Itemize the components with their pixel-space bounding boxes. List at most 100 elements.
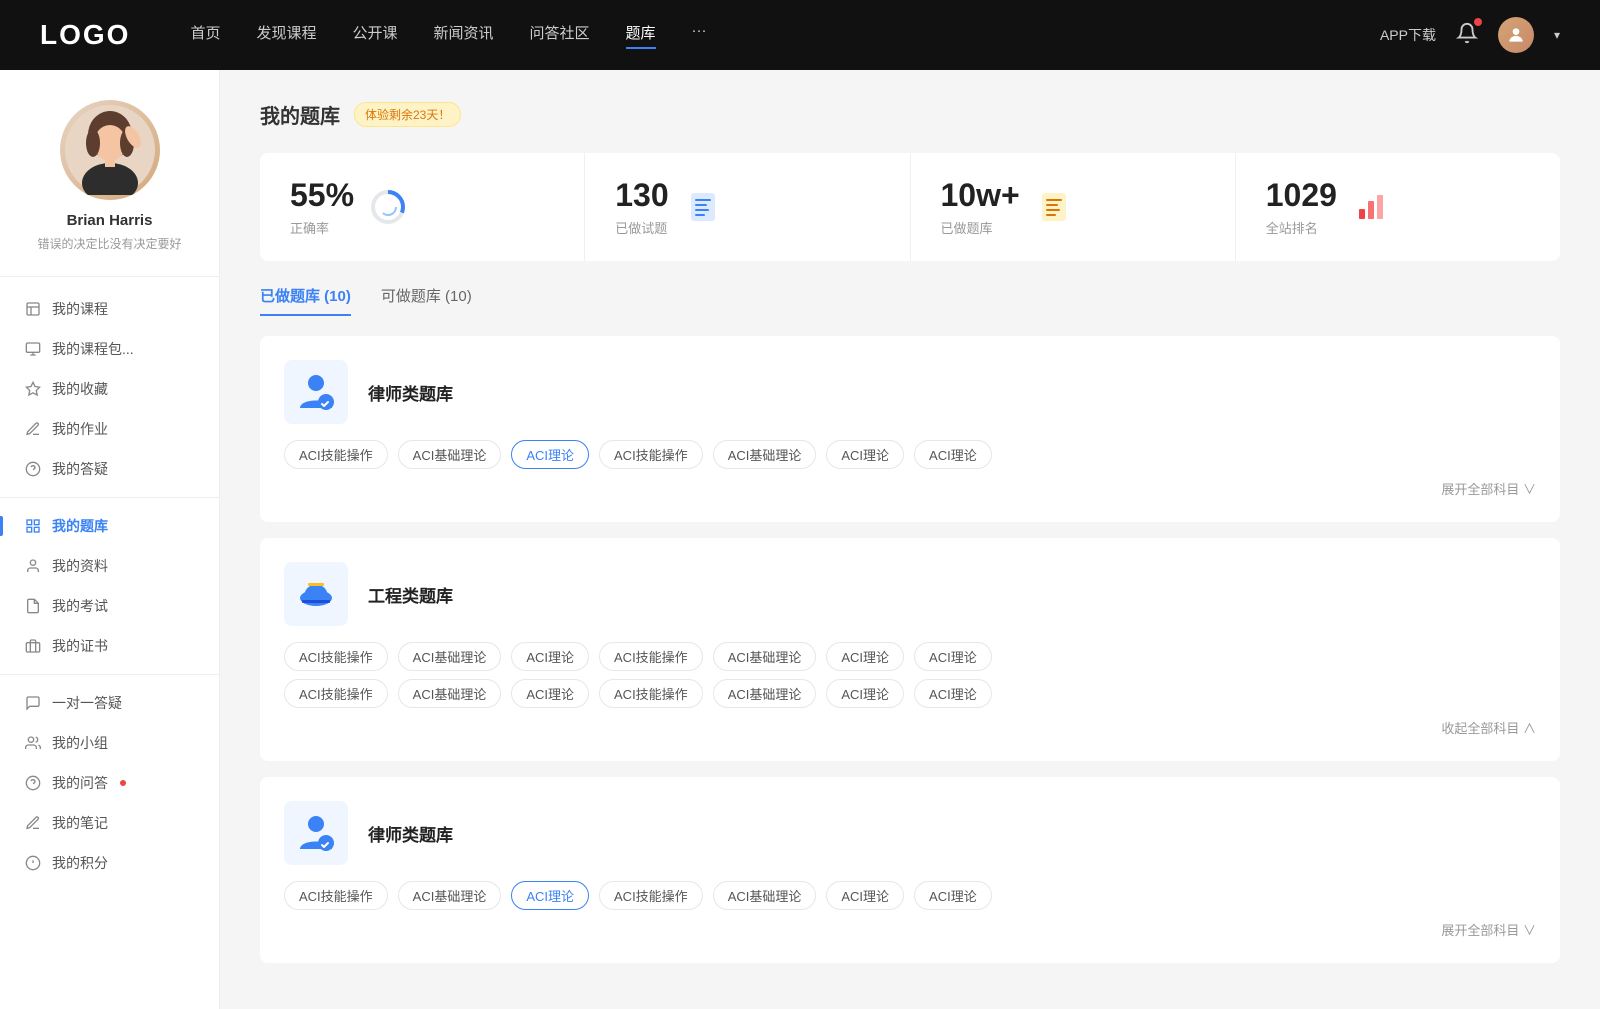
- nav-discover[interactable]: 发现课程: [256, 22, 316, 49]
- tag-3-2[interactable]: ACI理论: [511, 881, 589, 910]
- sidebar-item-questionbank[interactable]: 我的题库: [0, 506, 219, 546]
- tag-3-4[interactable]: ACI基础理论: [713, 881, 817, 910]
- tag-2-1[interactable]: ACI基础理论: [398, 642, 502, 671]
- tag-3-6[interactable]: ACI理论: [914, 881, 992, 910]
- sidebar-label-courses: 我的课程: [52, 299, 108, 319]
- main-content: 我的题库 体验剩余23天！ 55% 正确率: [220, 70, 1600, 1009]
- app-download-btn[interactable]: APP下载: [1380, 25, 1436, 45]
- tag-3-0[interactable]: ACI技能操作: [284, 881, 388, 910]
- tag-2-6[interactable]: ACI理论: [914, 642, 992, 671]
- tag-1-3[interactable]: ACI技能操作: [599, 440, 703, 469]
- tag-1-6[interactable]: ACI理论: [914, 440, 992, 469]
- sidebar-item-myqa[interactable]: 我的答疑: [0, 449, 219, 489]
- tag-1-5[interactable]: ACI理论: [826, 440, 904, 469]
- tag-2-r2-5[interactable]: ACI理论: [826, 679, 904, 708]
- tag-3-5[interactable]: ACI理论: [826, 881, 904, 910]
- qbank-card-1: 律师类题库 ACI技能操作 ACI基础理论 ACI理论 ACI技能操作 ACI基…: [260, 336, 1560, 522]
- tab-available-banks[interactable]: 可做题库 (10): [381, 285, 472, 316]
- tag-3-3[interactable]: ACI技能操作: [599, 881, 703, 910]
- sidebar-item-exam[interactable]: 我的考试: [0, 586, 219, 626]
- logo[interactable]: LOGO: [40, 19, 130, 51]
- sidebar-label-favorites: 我的收藏: [52, 379, 108, 399]
- tag-2-3[interactable]: ACI技能操作: [599, 642, 703, 671]
- sidebar-item-tutor[interactable]: 一对一答疑: [0, 683, 219, 723]
- sidebar-item-cert[interactable]: 我的证书: [0, 626, 219, 666]
- tab-done-banks[interactable]: 已做题库 (10): [260, 285, 351, 316]
- tag-1-4[interactable]: ACI基础理论: [713, 440, 817, 469]
- sidebar-item-points[interactable]: 我的积分: [0, 843, 219, 883]
- user-avatar: [60, 100, 160, 200]
- tag-2-r2-2[interactable]: ACI理论: [511, 679, 589, 708]
- pie-chart-icon: [369, 188, 407, 226]
- group-icon: [24, 734, 42, 752]
- qbank-name-3: 律师类题库: [368, 821, 453, 846]
- stat-banks-value: 10w+: [941, 177, 1020, 214]
- nav-qa[interactable]: 问答社区: [530, 22, 590, 49]
- expand-btn-3[interactable]: 展开全部科目 ∨: [284, 920, 1536, 939]
- sidebar-item-notes[interactable]: 我的笔记: [0, 803, 219, 843]
- stat-questions-label: 已做试题: [615, 218, 668, 237]
- qbank-tags-2-row1: ACI技能操作 ACI基础理论 ACI理论 ACI技能操作 ACI基础理论 AC…: [284, 642, 1536, 671]
- nav-opencourse[interactable]: 公开课: [352, 22, 397, 49]
- tag-1-2[interactable]: ACI理论: [511, 440, 589, 469]
- notification-bell[interactable]: [1456, 22, 1478, 48]
- tag-2-4[interactable]: ACI基础理论: [713, 642, 817, 671]
- answers-badge: [120, 780, 126, 786]
- tag-1-0[interactable]: ACI技能操作: [284, 440, 388, 469]
- expand-btn-1[interactable]: 展开全部科目 ∨: [284, 479, 1536, 498]
- sidebar-label-notes: 我的笔记: [52, 813, 108, 833]
- tag-2-2[interactable]: ACI理论: [511, 642, 589, 671]
- sidebar-item-material[interactable]: 我的资料: [0, 546, 219, 586]
- page-header: 我的题库 体验剩余23天！: [260, 100, 1560, 129]
- nav-more[interactable]: ···: [692, 22, 707, 49]
- tag-2-r2-4[interactable]: ACI基础理论: [713, 679, 817, 708]
- qbank-tags-1: ACI技能操作 ACI基础理论 ACI理论 ACI技能操作 ACI基础理论 AC…: [284, 440, 1536, 469]
- tutor-icon: [24, 694, 42, 712]
- stat-accuracy-value: 55%: [290, 177, 354, 214]
- nav-home[interactable]: 首页: [190, 22, 220, 49]
- sidebar-label-tutor: 一对一答疑: [52, 693, 122, 713]
- tag-2-r2-0[interactable]: ACI技能操作: [284, 679, 388, 708]
- stat-accuracy: 55% 正确率: [260, 153, 585, 261]
- collapse-btn-2[interactable]: 收起全部科目 ∧: [284, 718, 1536, 737]
- user-profile: Brian Harris 错误的决定比没有决定要好: [0, 100, 219, 277]
- sidebar-label-points: 我的积分: [52, 853, 108, 873]
- qbank-icon-engineer: [284, 562, 348, 626]
- tag-2-r2-6[interactable]: ACI理论: [914, 679, 992, 708]
- tag-1-1[interactable]: ACI基础理论: [398, 440, 502, 469]
- user-name: Brian Harris: [20, 212, 199, 229]
- sidebar-item-answers[interactable]: 我的问答: [0, 763, 219, 803]
- notes-icon: [24, 814, 42, 832]
- banks-icon: [1034, 187, 1074, 227]
- sidebar-item-group[interactable]: 我的小组: [0, 723, 219, 763]
- stat-rank-value: 1029: [1266, 177, 1337, 214]
- tag-2-0[interactable]: ACI技能操作: [284, 642, 388, 671]
- qbank-name-1: 律师类题库: [368, 380, 453, 405]
- stat-accuracy-label: 正确率: [290, 218, 354, 237]
- stat-rank-label: 全站排名: [1266, 218, 1337, 237]
- page-wrap: Brian Harris 错误的决定比没有决定要好 我的课程 我的课程包...: [0, 70, 1600, 1009]
- qbank-icon-lawyer-1: [284, 360, 348, 424]
- tag-2-r2-1[interactable]: ACI基础理论: [398, 679, 502, 708]
- tag-2-r2-3[interactable]: ACI技能操作: [599, 679, 703, 708]
- trial-badge: 体验剩余23天！: [354, 102, 461, 127]
- user-dropdown-arrow[interactable]: ▾: [1554, 28, 1560, 42]
- qbank-icon-lawyer-2: [284, 801, 348, 865]
- sidebar-item-coursepack[interactable]: 我的课程包...: [0, 329, 219, 369]
- myqa-icon: [24, 460, 42, 478]
- stat-questions-done: 130 已做试题: [585, 153, 910, 261]
- tag-3-1[interactable]: ACI基础理论: [398, 881, 502, 910]
- sidebar-item-favorites[interactable]: 我的收藏: [0, 369, 219, 409]
- user-avatar-nav[interactable]: [1498, 17, 1534, 53]
- favorites-icon: [24, 380, 42, 398]
- nav-news[interactable]: 新闻资讯: [434, 22, 494, 49]
- avatar-image: [65, 105, 155, 195]
- sidebar-label-exam: 我的考试: [52, 596, 108, 616]
- nav-questionbank[interactable]: 题库: [626, 22, 656, 49]
- stat-questions-value: 130: [615, 177, 668, 214]
- sidebar-item-courses[interactable]: 我的课程: [0, 289, 219, 329]
- tag-2-5[interactable]: ACI理论: [826, 642, 904, 671]
- doc-yellow-icon: [1036, 189, 1072, 225]
- navbar-right: APP下载 ▾: [1380, 17, 1560, 53]
- sidebar-item-homework[interactable]: 我的作业: [0, 409, 219, 449]
